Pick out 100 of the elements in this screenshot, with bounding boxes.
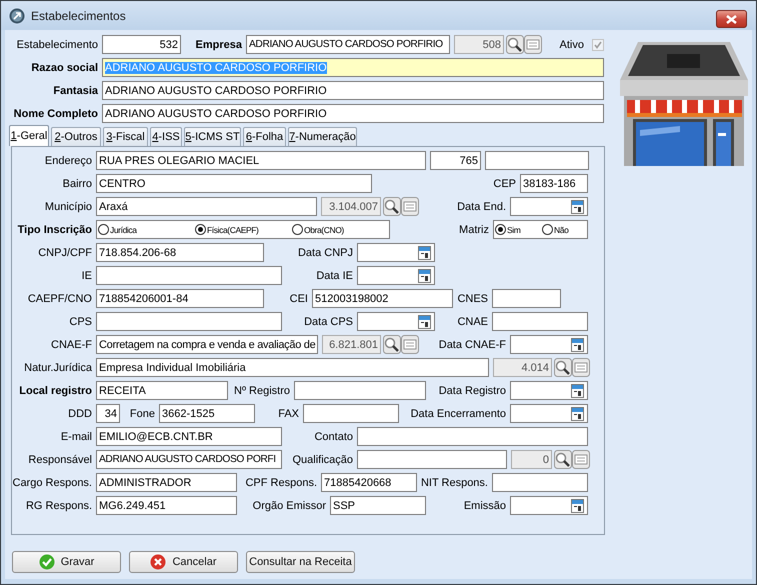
radio-button[interactable] <box>542 224 553 235</box>
input-field[interactable] <box>492 289 561 308</box>
input-field[interactable] <box>357 427 588 446</box>
field-label: Data IE <box>316 270 353 282</box>
field-label: Empresa <box>196 38 242 50</box>
input-field[interactable]: EMILIO@ECB.CNT.BR <box>96 427 282 446</box>
input-field[interactable]: Araxá <box>96 197 317 216</box>
input-field[interactable]: 765 <box>430 151 481 170</box>
date-field[interactable] <box>357 243 435 262</box>
input-field[interactable]: 718854206001-84 <box>96 289 264 308</box>
input-field[interactable]: CENTRO <box>96 174 372 193</box>
input-field[interactable] <box>485 151 589 170</box>
input-field[interactable] <box>492 473 588 492</box>
date-field[interactable] <box>357 312 435 331</box>
radio-button[interactable] <box>98 224 109 235</box>
calendar-icon[interactable] <box>571 407 584 421</box>
input-field[interactable] <box>96 266 282 285</box>
field-label: Cargo Respons. <box>12 476 92 488</box>
input-field[interactable]: ADRIANO AUGUSTO CARDOSO PORFI <box>96 450 282 469</box>
input-field[interactable] <box>303 404 399 423</box>
input-field[interactable]: Corretagem na compra e venda e avaliação de <box>96 335 318 354</box>
radio-option[interactable]: Jurídica <box>98 224 195 235</box>
tab[interactable]: 2-Outros <box>51 127 101 146</box>
input-field[interactable]: ADRIANO AUGUSTO CARDOSO PORFIRIO <box>102 104 604 123</box>
field-label: Data CNPJ <box>298 246 353 258</box>
calendar-icon[interactable] <box>571 200 584 214</box>
field-label: Contato <box>314 430 353 442</box>
close-button[interactable] <box>716 10 747 28</box>
button[interactable]: Consultar na Receita <box>246 551 355 573</box>
input-field[interactable]: 71885420668 <box>321 473 417 492</box>
field-label: Estabelecimento <box>16 38 98 50</box>
calendar-icon[interactable] <box>418 315 431 329</box>
field-label: Endereço <box>44 154 92 166</box>
tab[interactable]: 6-Folha <box>243 127 286 146</box>
button[interactable]: Gravar <box>12 551 121 573</box>
tab[interactable]: 1-Geral <box>9 125 49 146</box>
code-field: 508 <box>454 35 504 54</box>
input-field[interactable]: 3662-1525 <box>159 404 255 423</box>
date-field[interactable] <box>510 496 588 515</box>
field-label: Fone <box>130 408 155 420</box>
calendar-icon[interactable] <box>418 269 431 283</box>
radio-button[interactable] <box>195 224 206 235</box>
calendar-icon[interactable] <box>571 338 584 352</box>
input-field[interactable]: ADRIANO AUGUSTO CARDOSO PORFIRIO <box>102 81 604 100</box>
field-label: CNPJ/CPF <box>38 246 92 258</box>
calendar-icon[interactable] <box>418 246 431 260</box>
input-field[interactable]: 38183-186 <box>520 174 588 193</box>
input-field[interactable] <box>294 381 426 400</box>
button[interactable]: Cancelar <box>129 551 238 573</box>
input-field[interactable]: RECEITA <box>96 381 228 400</box>
input-field[interactable]: SSP <box>330 496 426 515</box>
search-icon[interactable] <box>506 35 524 54</box>
input-field[interactable]: 34 <box>96 404 120 423</box>
calendar-icon[interactable] <box>571 384 584 398</box>
input-field[interactable]: 718.854.206-68 <box>96 243 264 262</box>
input-field[interactable]: MG6.249.451 <box>96 496 237 515</box>
field-label: Data Encerramento <box>410 408 506 420</box>
search-icon[interactable] <box>554 358 572 377</box>
tab[interactable]: 5-ICMS ST <box>184 127 241 146</box>
input-field[interactable]: Empresa Individual Imobiliária <box>96 358 489 377</box>
field-label: FAX <box>278 408 299 420</box>
radio-option[interactable]: Não <box>542 224 587 235</box>
field-label: Qualificação <box>292 454 353 466</box>
field-label: Ativo <box>560 38 584 50</box>
input-field[interactable] <box>96 312 282 331</box>
code-field: 0 <box>511 450 552 469</box>
search-icon[interactable] <box>383 335 401 354</box>
calendar-icon[interactable] <box>571 499 584 513</box>
date-field[interactable] <box>510 197 588 216</box>
field-label: Data End. <box>457 200 506 212</box>
date-field[interactable] <box>510 404 588 423</box>
field-label: Data CNAE-F <box>438 338 506 350</box>
search-icon[interactable] <box>554 450 572 469</box>
input-field[interactable]: 532 <box>102 35 181 54</box>
radio-button[interactable] <box>495 224 506 235</box>
date-field[interactable] <box>357 266 435 285</box>
field-label: CPF Respons. <box>245 476 317 488</box>
field-label: Matriz <box>459 224 489 236</box>
field-label: Local registro <box>19 384 92 396</box>
field-label: Fantasia <box>53 84 98 96</box>
search-icon[interactable] <box>383 197 401 216</box>
input-field[interactable]: 512003198002 <box>312 289 453 308</box>
radio-option[interactable]: Obra(CNO) <box>292 224 389 235</box>
tab[interactable]: 7-Numeração <box>288 127 357 146</box>
date-field[interactable] <box>510 381 588 400</box>
radio-option[interactable]: Física(CAEPF) <box>195 224 292 235</box>
input-field[interactable]: RUA PRES OLEGARIO MACIEL <box>96 151 426 170</box>
radio-option[interactable]: Sim <box>495 224 542 235</box>
input-field[interactable]: ADMINISTRADOR <box>96 473 237 492</box>
field-label: CPS <box>69 316 92 328</box>
radio-button[interactable] <box>292 224 303 235</box>
input-field[interactable] <box>492 312 588 331</box>
field-label: Bairro <box>62 178 92 190</box>
tab[interactable]: 4-ISS <box>150 127 182 146</box>
date-field[interactable] <box>510 335 588 354</box>
close-icon <box>726 14 737 24</box>
tab[interactable]: 3-Fiscal <box>103 127 148 146</box>
input-field[interactable] <box>357 450 507 469</box>
input-field[interactable]: ADRIANO AUGUSTO CARDOSO PORFIRIO <box>246 35 450 54</box>
field-label: NIT Respons. <box>420 476 488 488</box>
